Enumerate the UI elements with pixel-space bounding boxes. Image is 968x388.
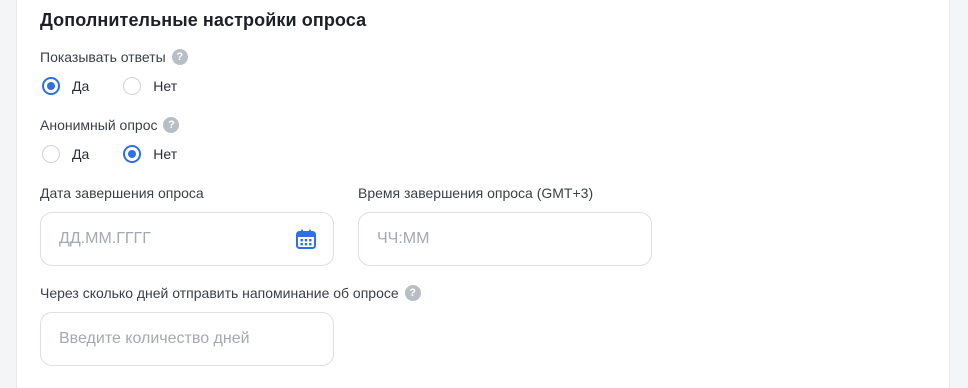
- end-date-input[interactable]: [57, 229, 295, 249]
- end-date-field[interactable]: [40, 212, 334, 266]
- radio-label: Да: [72, 146, 90, 162]
- anonymous-no-radio[interactable]: Нет: [123, 145, 177, 163]
- show-answers-yes-radio[interactable]: Да: [42, 77, 89, 95]
- radio-circle: [42, 77, 60, 95]
- show-answers-label: Показывать ответы ?: [40, 48, 188, 66]
- anonymous-yes-radio[interactable]: Да: [42, 145, 89, 163]
- radio-label: Нет: [153, 78, 178, 94]
- reminder-label: Через сколько дней отправить напоминание…: [40, 284, 421, 302]
- radio-label: Да: [72, 78, 90, 94]
- question-circle-icon[interactable]: ?: [171, 49, 188, 65]
- show-answers-label-text: Показывать ответы: [40, 49, 166, 65]
- section-title: Дополнительные настройки опроса: [40, 10, 367, 30]
- radio-label: Нет: [153, 146, 178, 162]
- radio-circle: [123, 145, 142, 163]
- reminder-label-text: Через сколько дней отправить напоминание…: [40, 285, 399, 301]
- radio-circle: [123, 77, 142, 95]
- show-answers-radio-group: Да Нет: [42, 77, 201, 95]
- end-time-input[interactable]: [375, 229, 635, 249]
- anonymous-label: Анонимный опрос ?: [40, 116, 180, 134]
- anonymous-radio-group: Да Нет: [42, 145, 201, 163]
- show-answers-no-radio[interactable]: Нет: [123, 77, 177, 95]
- radio-circle: [42, 145, 60, 163]
- calendar-icon[interactable]: [295, 228, 317, 250]
- end-time-field[interactable]: [358, 212, 652, 266]
- end-date-label: Дата завершения опроса: [40, 185, 204, 201]
- anonymous-label-text: Анонимный опрос: [40, 117, 158, 133]
- reminder-days-input[interactable]: [57, 329, 317, 349]
- end-time-label: Время завершения опроса (GMT+3): [358, 185, 594, 201]
- question-circle-icon[interactable]: ?: [404, 285, 421, 301]
- reminder-days-field[interactable]: [40, 312, 334, 366]
- question-circle-icon[interactable]: ?: [163, 117, 180, 133]
